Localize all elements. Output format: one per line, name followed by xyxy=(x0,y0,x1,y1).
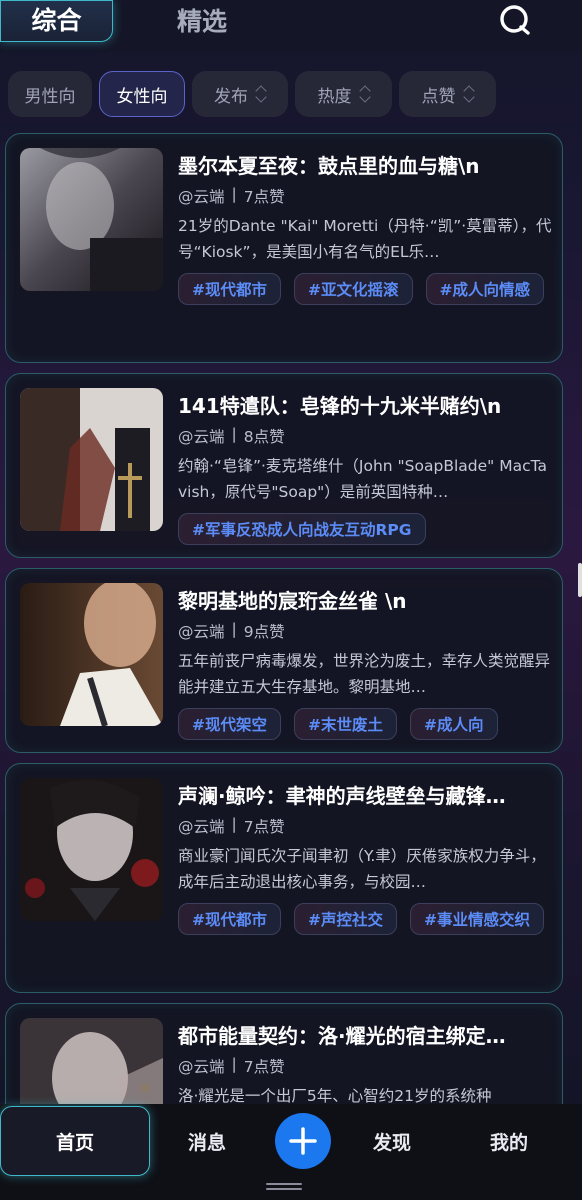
author-name[interactable]: @云端 xyxy=(178,620,225,642)
tag-list: #现代都市 #亚文化摇滚 #成人向情感 xyxy=(178,273,554,305)
nav-messages[interactable]: 消息 xyxy=(188,1106,226,1176)
tag[interactable]: #成人向情感 xyxy=(425,273,544,305)
card-title: 都市能量契约：洛·耀光的宿主绑定… xyxy=(178,1024,506,1048)
divider: | xyxy=(231,620,237,638)
sort-label: 点赞 xyxy=(421,86,456,107)
tag[interactable]: #现代都市 xyxy=(178,273,281,305)
card-meta: @云端 | 9点赞 xyxy=(178,620,285,642)
nav-label: 消息 xyxy=(188,1131,227,1154)
tag[interactable]: #末世废土 xyxy=(294,708,397,740)
nav-home[interactable]: 首页 xyxy=(0,1106,150,1176)
like-count: 9点赞 xyxy=(243,623,285,641)
tag[interactable]: #现代都市 xyxy=(178,903,281,935)
author-name[interactable]: @云端 xyxy=(178,815,225,837)
story-card[interactable]: 声澜·鲸吟：聿神的声线壁垒与藏锋… @云端 | 7点赞 商业豪门闻氏次子闻聿初（Y.… xyxy=(5,763,563,993)
card-description: 21岁的Dante "Kai" Moretti（丹特·“凯”·莫雷蒂），代号“K… xyxy=(178,217,552,261)
story-card[interactable]: 141特遣队：皂锋的十九米半赌约\n @云端 | 8点赞 约翰·“皂锋”·麦克塔维什… xyxy=(5,373,563,558)
tag-list: #现代架空 #末世废土 #成人向 xyxy=(178,708,554,740)
tag[interactable]: #现代架空 xyxy=(178,708,281,740)
card-meta: @云端 | 7点赞 xyxy=(178,185,285,207)
card-title: 墨尔本夏至夜：鼓点里的血与糖\n xyxy=(178,154,480,178)
like-count: 8点赞 xyxy=(243,428,285,446)
tag[interactable]: #军事反恐成人向战友互动RPG xyxy=(178,513,426,545)
cover-image xyxy=(20,148,163,291)
filter-female[interactable]: 女性向 xyxy=(99,71,185,117)
filter-label: 男性向 xyxy=(24,86,76,107)
story-card[interactable]: 墨尔本夏至夜：鼓点里的血与糖\n @云端 | 7点赞 21岁的Dante "Kai"… xyxy=(5,133,563,363)
sort-label: 热度 xyxy=(317,86,352,107)
like-count: 7点赞 xyxy=(243,1058,285,1076)
sort-likes[interactable]: 点赞 xyxy=(399,71,496,117)
sort-popularity[interactable]: 热度 xyxy=(295,71,392,117)
nav-mine[interactable]: 我的 xyxy=(490,1106,528,1176)
author-name[interactable]: @云端 xyxy=(178,425,225,447)
filter-male[interactable]: 男性向 xyxy=(8,71,92,117)
sort-publish[interactable]: 发布 xyxy=(192,71,288,117)
like-count: 7点赞 xyxy=(243,818,285,836)
card-meta: @云端 | 7点赞 xyxy=(178,815,285,837)
sort-icon xyxy=(256,85,266,103)
card-meta: @云端 | 7点赞 xyxy=(178,1055,285,1077)
tag[interactable]: #成人向 xyxy=(410,708,498,740)
top-bar: 综合 精选 xyxy=(0,0,582,52)
sort-label: 发布 xyxy=(214,86,248,107)
like-count: 7点赞 xyxy=(243,188,285,206)
cover-image xyxy=(20,778,163,921)
divider: | xyxy=(231,815,237,833)
tag-list: #现代都市 #声控社交 #事业情感交织 xyxy=(178,903,554,935)
author-name[interactable]: @云端 xyxy=(178,185,225,207)
card-description: 商业豪门闻氏次子闻聿初（Y.聿）厌倦家族权力争斗，成年后主动退出核心事务，与校园… xyxy=(178,847,546,891)
divider: | xyxy=(231,185,237,203)
cover-image xyxy=(20,388,163,531)
nav-label: 发现 xyxy=(373,1131,412,1154)
card-title: 声澜·鲸吟：聿神的声线壁垒与藏锋… xyxy=(178,784,506,808)
create-button[interactable] xyxy=(275,1113,331,1169)
card-description: 五年前丧尸病毒爆发，世界沦为废土，幸存人类觉醒异能并建立五大生存基地。黎明基地… xyxy=(178,652,551,696)
tag-list: #军事反恐成人向战友互动RPG xyxy=(178,513,554,545)
search-icon[interactable] xyxy=(497,2,533,38)
card-meta: @云端 | 8点赞 xyxy=(178,425,285,447)
author-name[interactable]: @云端 xyxy=(178,1055,225,1077)
cover-image xyxy=(20,583,163,726)
divider: | xyxy=(231,425,237,443)
card-title: 141特遣队：皂锋的十九米半赌约\n xyxy=(178,394,502,418)
tab-featured[interactable]: 精选 xyxy=(177,0,227,40)
divider: | xyxy=(231,1055,237,1073)
home-indicator[interactable] xyxy=(266,1183,302,1193)
filter-bar: 男性向 女性向 发布 热度 点赞 xyxy=(8,71,496,119)
sort-icon xyxy=(360,85,370,103)
story-card[interactable]: 黎明基地的宸珩金丝雀 \n @云端 | 9点赞 五年前丧尸病毒爆发，世界沦为废土，幸… xyxy=(5,568,563,753)
tag[interactable]: #亚文化摇滚 xyxy=(294,273,413,305)
tag[interactable]: #声控社交 xyxy=(294,903,397,935)
tag[interactable]: #事业情感交织 xyxy=(410,903,544,935)
filter-label: 女性向 xyxy=(116,86,168,107)
card-title: 黎明基地的宸珩金丝雀 \n xyxy=(178,589,407,613)
card-description: 约翰·“皂锋”·麦克塔维什（John "SoapBlade" MacTavish… xyxy=(178,457,547,501)
plus-icon xyxy=(289,1127,317,1155)
sort-icon xyxy=(464,85,474,103)
nav-label: 首页 xyxy=(55,1131,94,1154)
scrollbar[interactable] xyxy=(578,563,582,597)
nav-discover[interactable]: 发现 xyxy=(373,1106,411,1176)
tab-comprehensive[interactable]: 综合 xyxy=(0,0,113,42)
nav-label: 我的 xyxy=(490,1131,529,1154)
